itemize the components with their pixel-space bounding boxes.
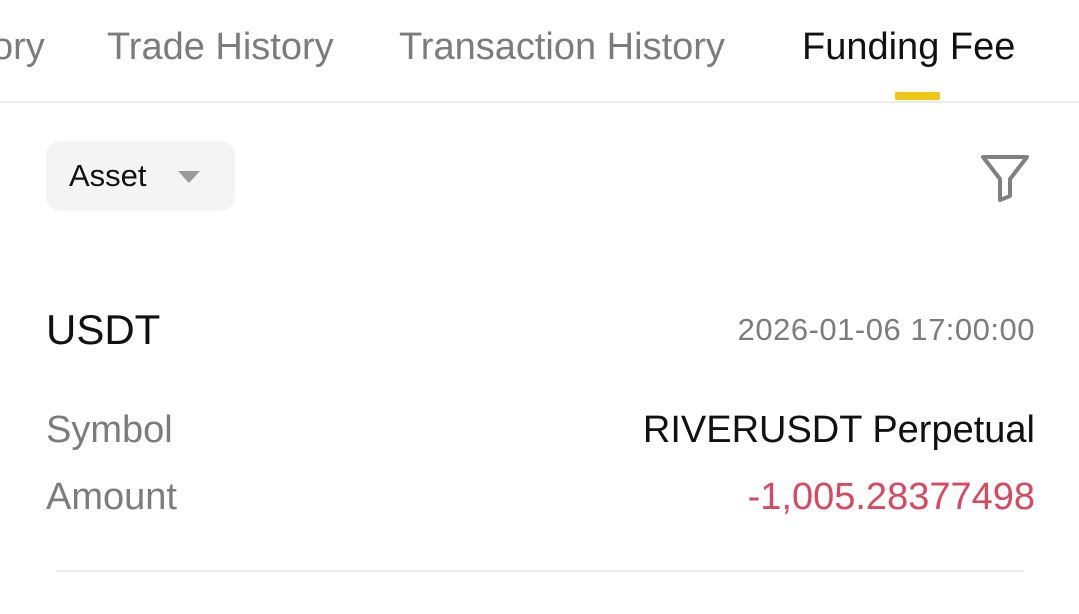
symbol-value: RIVERUSDT Perpetual [642, 409, 1035, 451]
tab-history-partial[interactable]: ory [0, 24, 45, 70]
active-tab-indicator [895, 92, 940, 100]
asset-dropdown[interactable]: Asset [46, 141, 235, 211]
record-timestamp: 2026-01-06 17:00:00 [737, 312, 1035, 347]
funnel-icon[interactable] [977, 150, 1033, 206]
tab-bar: ory Trade History Transaction History Fu… [0, 0, 1079, 103]
tab-transaction-history[interactable]: Transaction History [399, 24, 725, 70]
caret-down-icon [178, 171, 200, 183]
amount-label: Amount [46, 476, 177, 518]
record-divider [56, 570, 1024, 572]
tab-trade-history[interactable]: Trade History [107, 24, 334, 70]
amount-value: -1,005.28377498 [747, 476, 1035, 518]
symbol-label: Symbol [46, 409, 173, 451]
asset-dropdown-label: Asset [69, 158, 147, 193]
tab-funding-fee[interactable]: Funding Fee [802, 24, 1015, 70]
record-coin: USDT [46, 306, 161, 353]
